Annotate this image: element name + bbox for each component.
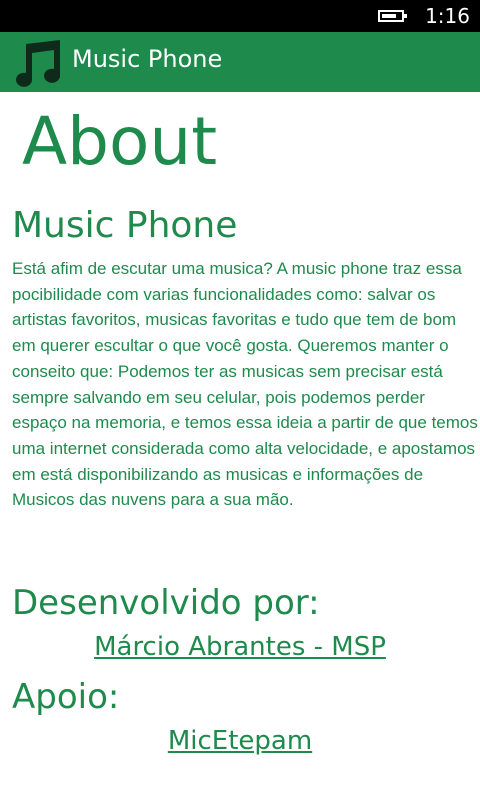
support-heading: Apoio:	[12, 677, 120, 717]
status-clock: 1:16	[425, 4, 470, 28]
app-description: Está afim de escutar uma musica? A music…	[12, 259, 478, 510]
app-bar: Music Phone	[0, 32, 480, 92]
music-note-icon	[16, 40, 60, 87]
page-title: About	[22, 103, 218, 180]
support-link[interactable]: MicEtepam	[0, 724, 480, 758]
app-title: Music Phone	[72, 45, 223, 73]
developed-by-heading: Desenvolvido por:	[12, 583, 320, 623]
status-bar: 1:16	[0, 0, 480, 32]
developer-link[interactable]: Márcio Abrantes - MSP	[0, 630, 480, 664]
battery-icon	[378, 10, 407, 22]
app-name-heading: Music Phone	[12, 205, 238, 246]
